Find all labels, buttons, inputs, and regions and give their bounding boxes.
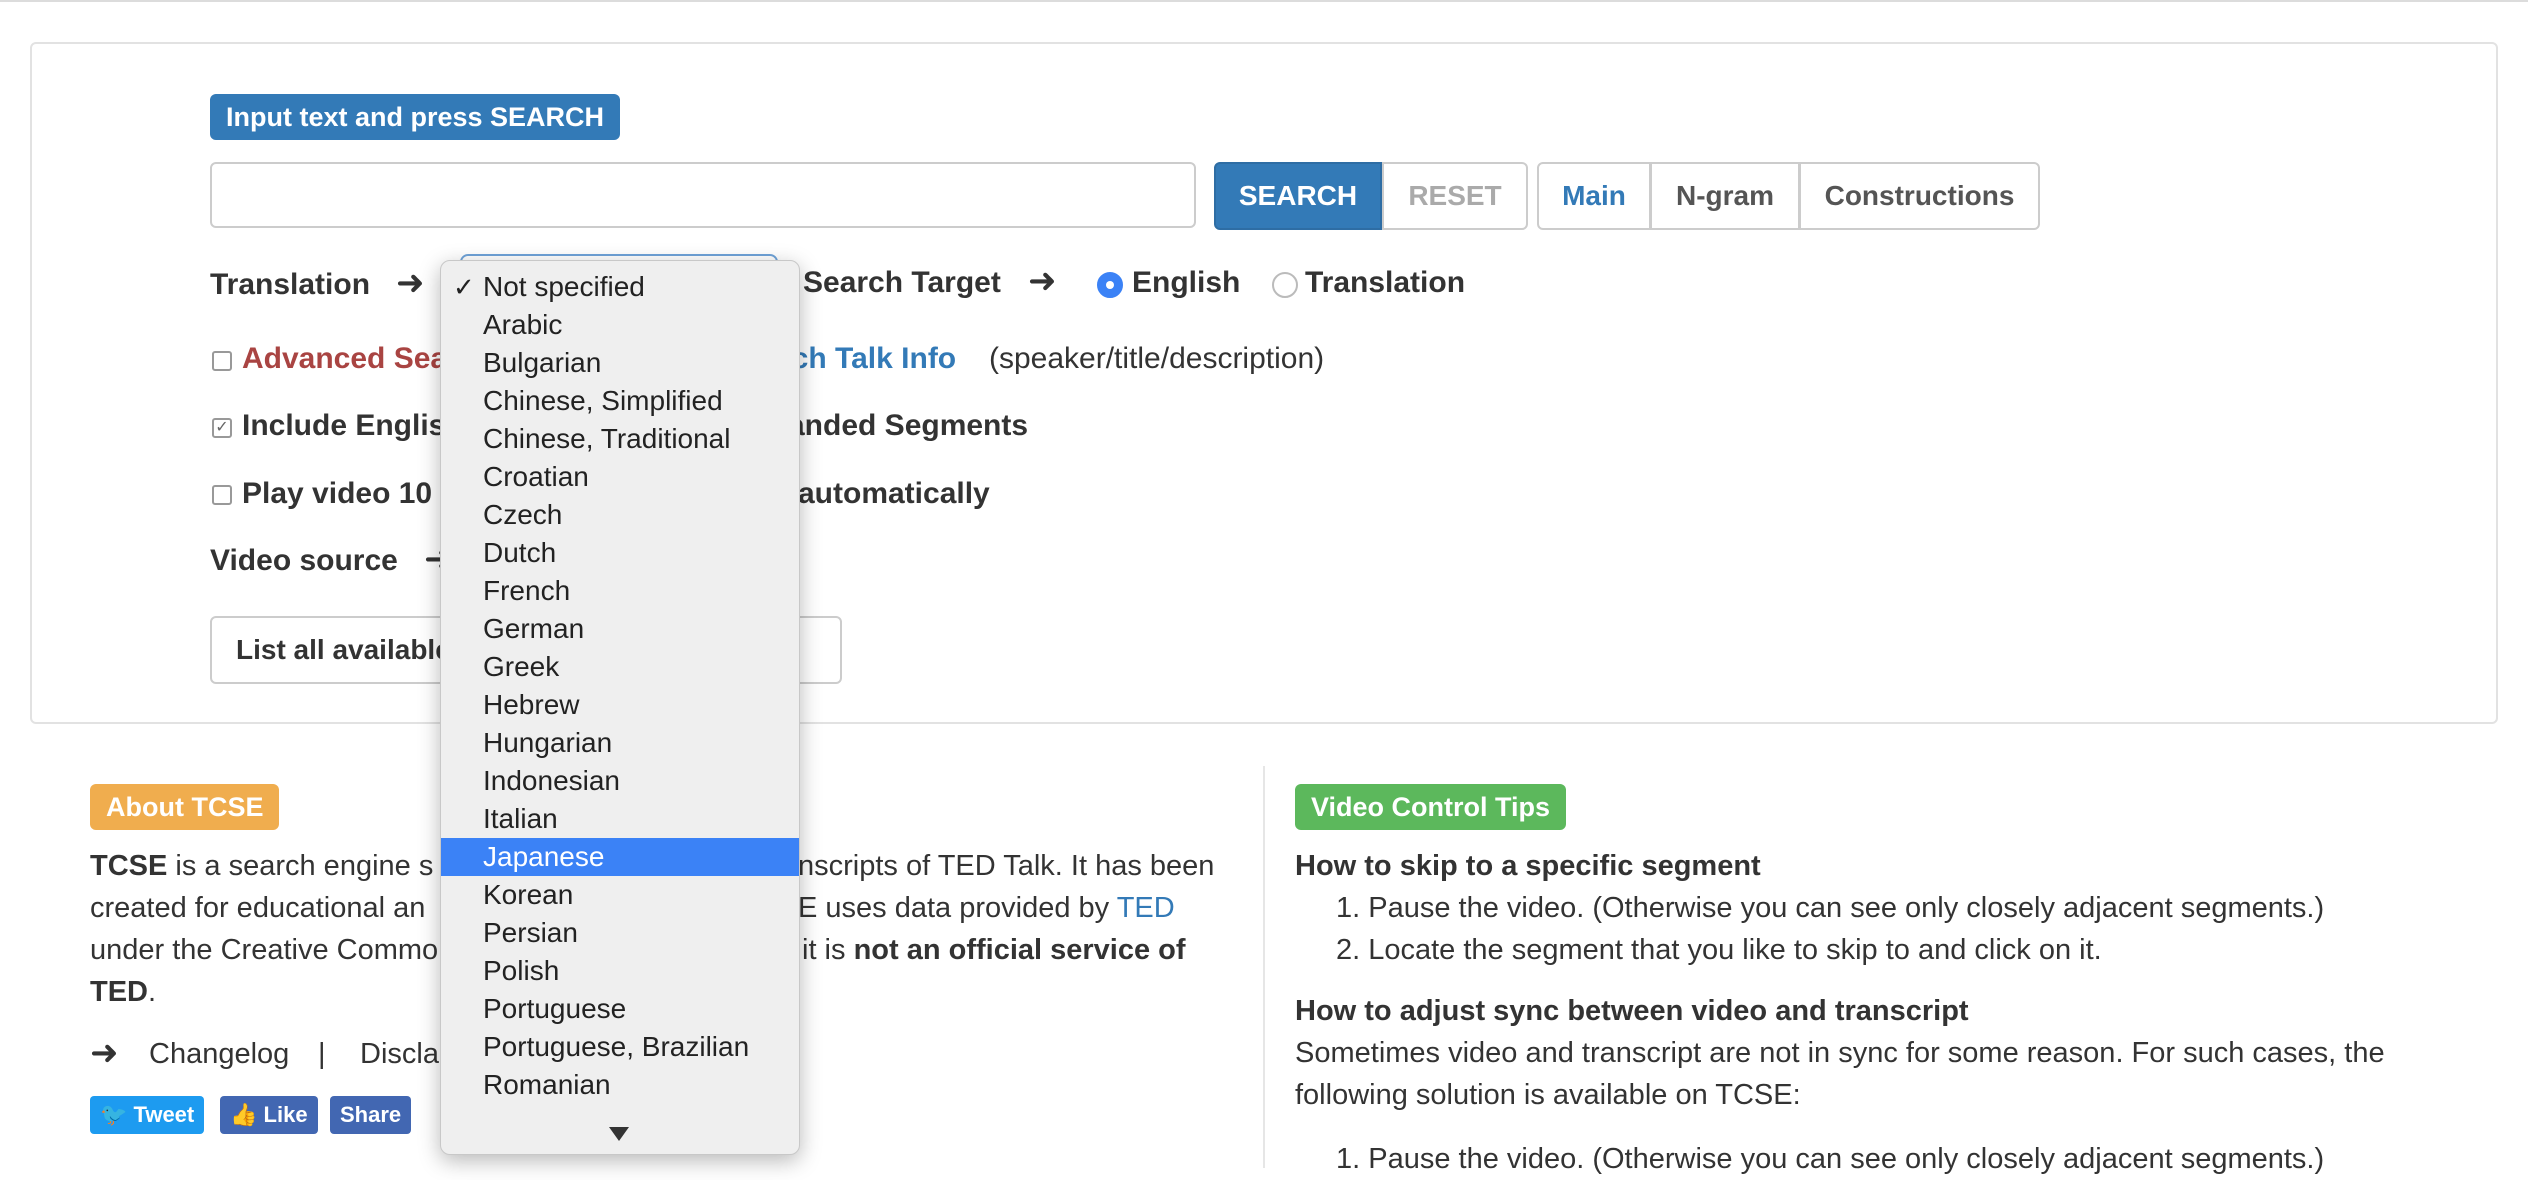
automatically-label: automatically [798,477,990,510]
list-all-button-label: List all available [236,634,451,665]
ted-bold: TED [90,976,148,1008]
video-tips-label: Video Control Tips [1295,784,1567,830]
about-text: created for educational an [90,892,426,924]
twitter-icon: 🐦 [100,1102,128,1127]
include-english-checkbox[interactable]: ✓ [212,418,232,438]
dropdown-option-korean[interactable]: Korean [441,876,799,914]
dropdown-option-chinese-simplified[interactable]: Chinese, Simplified [441,382,799,420]
dropdown-option-indonesian[interactable]: Indonesian [441,762,799,800]
advanced-search-label[interactable]: Advanced Sea [242,342,447,376]
link-separator: | [318,1038,326,1070]
radio-translation-label[interactable]: Translation [1305,266,1465,300]
dropdown-option-japanese[interactable]: Japanese [441,838,799,876]
search-button[interactable]: SEARCH [1214,162,1382,230]
expanded-segments-label: anded Segments [788,409,1029,442]
sync-text: Sometimes video and transcript are not i… [1295,1037,2385,1069]
disclaimer-link[interactable]: Discla [360,1033,439,1075]
about-text: . [148,976,157,1008]
translation-dropdown-list[interactable]: ✓ Not specified Arabic Bulgarian Chinese,… [440,260,800,1155]
radio-translation[interactable] [1272,272,1298,298]
talk-info-hint: (speaker/title/description) [989,342,1325,375]
skip-step: 2. Locate the segment that you like to s… [1336,934,2102,966]
search-header-label: Input text and press SEARCH [210,94,621,140]
changelog-link[interactable]: Changelog [149,1033,289,1075]
dropdown-option-arabic[interactable]: Arabic [441,306,799,344]
tab-main[interactable]: Main [1537,162,1651,230]
dropdown-option-not-specified[interactable]: ✓ Not specified [441,268,799,306]
checkmark-icon: ✓ [453,272,475,302]
play-video-checkbox[interactable] [212,485,232,505]
column-divider [1263,766,1265,1168]
arrow-right-icon: ➜ [90,1034,119,1072]
dropdown-option-italian[interactable]: Italian [441,800,799,838]
reset-button[interactable]: RESET [1382,162,1528,230]
dropdown-option-romanian[interactable]: Romanian [441,1066,799,1104]
about-line-3-tail: it is not an official service of [802,929,1186,971]
about-text: nscripts of TED Talk. It has been [798,850,1215,882]
search-target-label: Search Target [803,266,1001,299]
share-button[interactable]: Share [330,1096,412,1134]
scroll-down-icon[interactable] [609,1127,629,1141]
ted-link[interactable]: TED [1117,892,1175,924]
video-source-label: Video source [210,544,398,577]
search-input[interactable] [210,162,1196,228]
about-text: under the Creative Commo [90,934,439,966]
sync-step: 1. Pause the video. (Otherwise you can s… [1336,1143,2325,1175]
dropdown-option-german[interactable]: German [441,610,799,648]
about-text: is a search engine s [167,850,434,882]
arrow-right-icon: ➜ [1028,262,1057,300]
radio-english[interactable] [1097,272,1123,298]
dropdown-option-bulgarian[interactable]: Bulgarian [441,344,799,382]
dropdown-option-chinese-traditional[interactable]: Chinese, Traditional [441,420,799,458]
dropdown-option-hebrew[interactable]: Hebrew [441,686,799,724]
dropdown-option-greek[interactable]: Greek [441,648,799,686]
dropdown-option-hungarian[interactable]: Hungarian [441,724,799,762]
about-label: About TCSE [90,784,280,830]
top-border [0,0,2528,2]
about-line-1: TCSE is a search engine s [90,845,433,887]
like-button[interactable]: 👍 Like [220,1096,318,1134]
skip-heading: How to skip to a specific segment [1295,850,1761,882]
play-video-label: Play video 10 [242,477,433,510]
not-official-bold: not an official service of [853,934,1186,966]
dropdown-option-dutch[interactable]: Dutch [441,534,799,572]
dropdown-option-persian[interactable]: Persian [441,914,799,952]
tweet-button[interactable]: 🐦 Tweet [90,1096,205,1134]
tab-ngram[interactable]: N-gram [1650,162,1800,230]
sync-text: following solution is available on TCSE: [1295,1079,1801,1111]
skip-step: 1. Pause the video. (Otherwise you can s… [1336,892,2325,924]
about-text: E uses data provided by [798,892,1117,924]
advanced-search-checkbox[interactable] [212,351,232,371]
like-label: Like [263,1102,308,1127]
about-text: it is [802,934,854,966]
dropdown-option-polish[interactable]: Polish [441,952,799,990]
search-talk-info-link[interactable]: rch Talk Info [780,342,956,376]
dropdown-option-croatian[interactable]: Croatian [441,458,799,496]
translation-label: Translation [210,268,371,301]
arrow-right-icon: ➜ [396,264,425,302]
tab-constructions[interactable]: Constructions [1799,162,2040,230]
radio-english-label[interactable]: English [1132,266,1240,300]
dropdown-option-czech[interactable]: Czech [441,496,799,534]
about-line-2-tail: E uses data provided by TED [798,887,1175,929]
dropdown-option-french[interactable]: French [441,572,799,610]
tweet-label: Tweet [133,1102,195,1127]
about-tcse-bold: TCSE [90,850,168,882]
dropdown-option-portuguese[interactable]: Portuguese [441,990,799,1028]
thumbs-up-icon: 👍 [230,1102,258,1127]
about-line-4: TED. [90,971,156,1013]
include-english-label: Include Englis [242,409,446,442]
dropdown-option-portuguese-brazilian[interactable]: Portuguese, Brazilian [441,1028,799,1066]
sync-heading: How to adjust sync between video and tra… [1295,995,1969,1027]
